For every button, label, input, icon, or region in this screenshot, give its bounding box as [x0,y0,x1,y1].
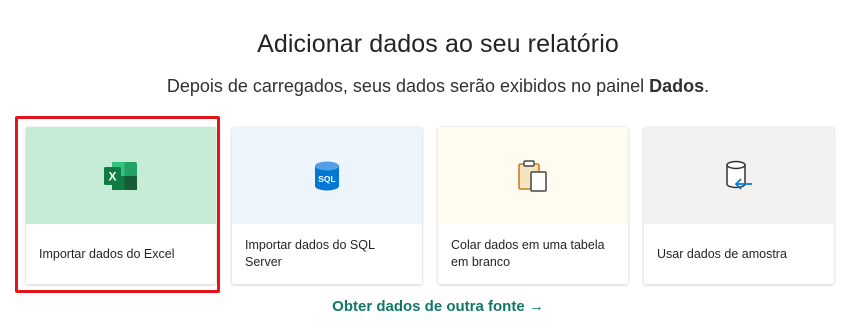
sql-database-icon: SQL [315,161,339,190]
subtitle-period: . [704,76,710,96]
card-label: Importar dados do Excel [39,246,175,261]
subtitle-text: Depois de carregados, seus dados serão e… [166,76,650,96]
import-sql-server-card[interactable]: SQL Importar dados do SQL Server [232,127,422,284]
card-label: Usar dados de amostra [657,246,787,261]
page-subtitle: Depois de carregados, seus dados serão e… [0,76,849,97]
excel-icon: X [104,161,137,190]
card-icon-area: SQL [232,127,422,224]
sample-data-card[interactable]: Usar dados de amostra [644,127,834,284]
sql-icon-text: SQL [318,174,335,184]
card-icon-area [438,127,628,224]
paste-data-card[interactable]: Colar dados em uma tabela em branco [438,127,628,284]
get-data-other-source-link[interactable]: Obter dados de outra fonte → [0,298,849,315]
sample-data-icon [726,160,752,190]
import-excel-card[interactable]: X Importar dados do Excel [26,127,216,284]
card-icon-area: X [26,127,216,224]
page-title: Adicionar dados ao seu relatório [257,30,619,58]
add-data-page: Adicionar dados ao seu relatório Depois … [0,0,849,330]
clipboard-paste-icon [518,159,547,192]
card-label: Importar dados do SQL Server [245,238,375,269]
card-icon-area [644,127,834,224]
svg-text:X: X [108,169,116,183]
subtitle-bold-text: Dados [649,76,705,96]
card-label: Colar dados em uma tabela em branco [451,238,605,269]
